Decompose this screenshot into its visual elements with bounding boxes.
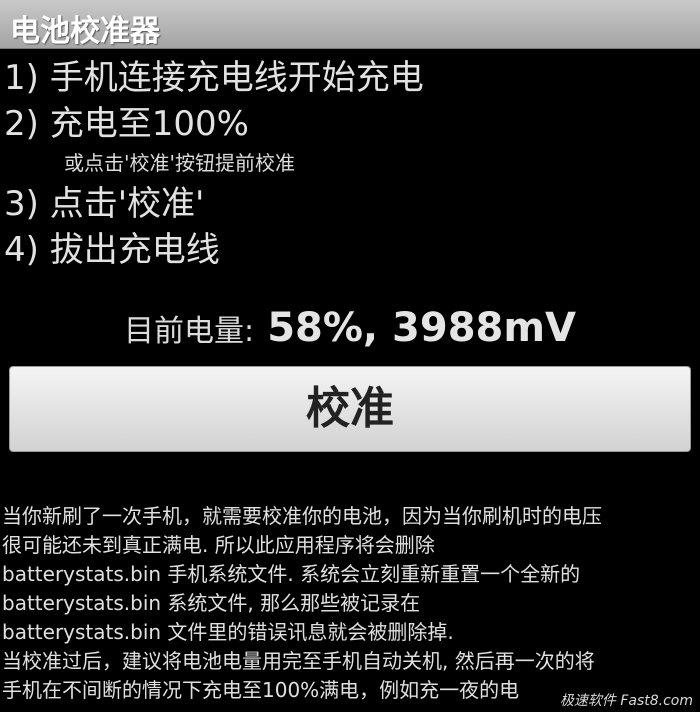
description-line: 很可能还未到真正满电. 所以此应用程序将会删除 xyxy=(2,533,435,557)
battery-label: 目前电量: xyxy=(123,314,255,349)
description-text: 当你新刷了一次手机，就需要校准你的电池，因为当你刷机时的电压 很可能还未到真正满… xyxy=(2,502,698,705)
step-4: 4) 拔出充电线 xyxy=(4,230,220,270)
description-line: batterystats.bin 系统文件, 那么那些被记录在 xyxy=(2,591,421,615)
step-1: 1) 手机连接充电线开始充电 xyxy=(4,58,424,98)
app-title: 电池校准器 xyxy=(10,14,160,49)
calibrate-button[interactable]: 校准 xyxy=(9,366,691,452)
step-3: 3) 点击'校准' xyxy=(4,184,205,224)
battery-status: 目前电量: 58%, 3988mV xyxy=(0,305,700,357)
description-line: 当校准过后，建议将电池电量用完至手机自动关机, 然后再一次的将 xyxy=(2,649,595,673)
title-bar: 电池校准器 xyxy=(0,0,700,49)
description-line: batterystats.bin 手机系统文件. 系统会立刻重新重置一个全新的 xyxy=(2,562,581,586)
description-line: batterystats.bin 文件里的错误讯息就会被删除掉. xyxy=(2,620,454,644)
watermark: 极速软件 Fast8.com xyxy=(556,690,696,710)
step-2-note: 或点击'校准'按钮提前校准 xyxy=(64,151,295,175)
step-2: 2) 充电至100% xyxy=(4,104,249,144)
battery-value: 58%, 3988mV xyxy=(267,305,577,351)
description-line: 当你新刷了一次手机，就需要校准你的电池，因为当你刷机时的电压 xyxy=(2,504,602,528)
